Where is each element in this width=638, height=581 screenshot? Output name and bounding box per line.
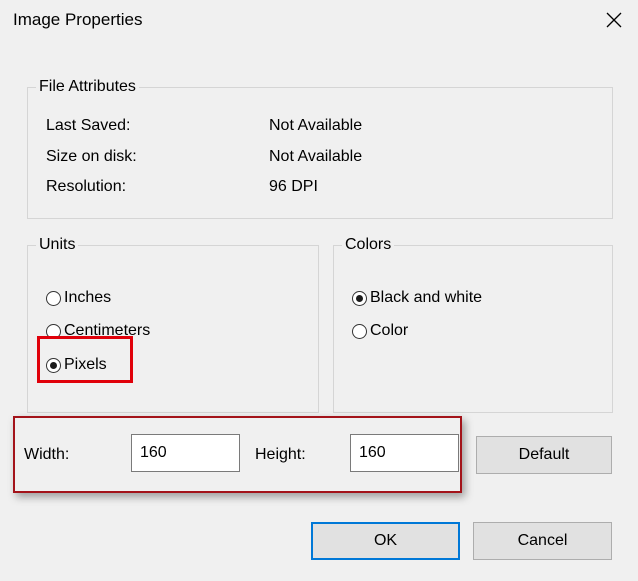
resolution-label: Resolution: xyxy=(46,178,127,195)
close-button[interactable] xyxy=(594,2,634,38)
units-legend: Units xyxy=(36,234,79,256)
radio-black-and-white[interactable]: Black and white xyxy=(352,288,482,308)
last-saved-label: Last Saved: xyxy=(46,117,131,134)
radio-black-and-white-circle xyxy=(352,290,367,306)
close-icon xyxy=(606,12,622,28)
default-button[interactable]: Default xyxy=(476,436,612,474)
pixels-highlight-box xyxy=(37,336,133,383)
radio-black-and-white-label: Black and white xyxy=(370,289,483,306)
file-attributes-legend: File Attributes xyxy=(36,76,139,98)
size-on-disk-value: Not Available xyxy=(269,148,363,165)
cancel-button[interactable]: Cancel xyxy=(473,522,612,560)
radio-color-circle xyxy=(352,323,367,339)
ok-button[interactable]: OK xyxy=(311,522,460,560)
resolution-value: 96 DPI xyxy=(269,178,318,195)
radio-color-label: Color xyxy=(370,322,409,339)
dialog-title: Image Properties xyxy=(13,10,143,29)
radio-inches-circle xyxy=(46,290,61,306)
size-highlight-box xyxy=(13,416,462,493)
image-properties-dialog: Image Properties File Attributes Last Sa… xyxy=(0,0,638,581)
last-saved-value: Not Available xyxy=(269,117,363,134)
colors-legend: Colors xyxy=(342,234,395,256)
radio-color[interactable]: Color xyxy=(352,321,408,341)
size-on-disk-label: Size on disk: xyxy=(46,148,137,165)
radio-inches[interactable]: Inches xyxy=(46,288,111,308)
radio-inches-label: Inches xyxy=(64,289,112,306)
